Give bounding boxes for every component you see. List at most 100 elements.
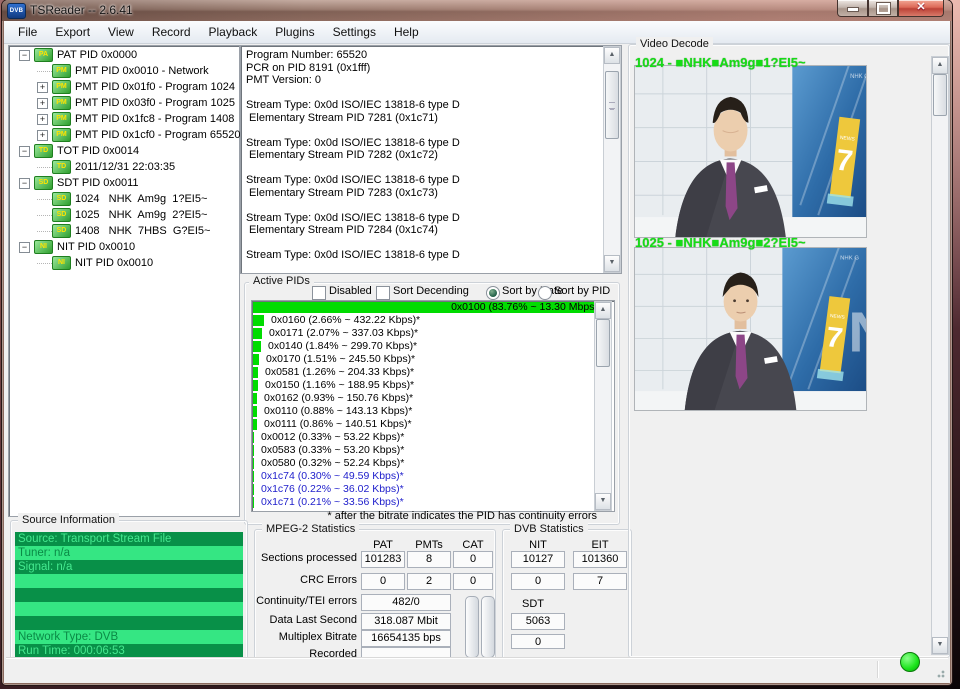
- pid-row[interactable]: 0x0150 (1.16% ~ 188.95 Kbps)*: [252, 379, 614, 392]
- video-panel-scrollbar[interactable]: ▲ ▼: [931, 56, 949, 655]
- title-bar[interactable]: DVB TSReader -- 2.6.41 ✕: [2, 0, 952, 21]
- menu-item-settings[interactable]: Settings: [324, 23, 385, 41]
- scrollbar-thumb[interactable]: [933, 74, 947, 116]
- scroll-down-icon[interactable]: ▼: [604, 255, 620, 272]
- details-line: Stream Type: 0x0d ISO/IEC 13818-6 type D: [246, 249, 603, 262]
- pid-row[interactable]: 0x0170 (1.51% ~ 245.50 Kbps)*: [252, 353, 614, 366]
- source-info-row: Network Type: DVB: [15, 630, 243, 644]
- source-information-group: Source Information Source: Transport Str…: [10, 520, 248, 660]
- scroll-up-icon[interactable]: ▲: [932, 57, 948, 74]
- source-info-row: Run Time: 000:06:53: [15, 644, 243, 658]
- col-header-pmts: PMTs: [407, 539, 451, 551]
- tree-item[interactable]: +PMPMT PID 0x01f0 - Program 1024: [13, 79, 243, 95]
- tree-item[interactable]: NINIT PID 0x0010: [13, 255, 243, 271]
- stat-value: 10127: [511, 551, 565, 568]
- pid-row[interactable]: 0x0110 (0.88% ~ 143.13 Kbps)*: [252, 405, 614, 418]
- tree-item[interactable]: SD1024 NHK Am9g 1?EI5~: [13, 191, 243, 207]
- scroll-down-icon[interactable]: ▼: [595, 493, 611, 510]
- mpeg2-statistics-title: MPEG-2 Statistics: [262, 522, 359, 536]
- pid-row[interactable]: 0x0580 (0.32% ~ 52.24 Kbps)*: [252, 457, 614, 470]
- menu-item-record[interactable]: Record: [143, 23, 200, 41]
- pid-label: 0x0100 (83.76% ~ 13.30 Mbps)*: [451, 301, 602, 314]
- tree-expander-icon[interactable]: −: [19, 178, 30, 189]
- pid-row[interactable]: 0x0171 (2.07% ~ 337.03 Kbps)*: [252, 327, 614, 340]
- details-line: [246, 237, 603, 250]
- tree-expander-icon[interactable]: +: [37, 130, 48, 141]
- tree-item[interactable]: SD1408 NHK 7HBS G?EI5~: [13, 223, 243, 239]
- close-icon: ✕: [899, 0, 943, 16]
- tree-item[interactable]: +PMPMT PID 0x1cf0 - Program 65520: [13, 127, 243, 143]
- pid-row[interactable]: 0x0162 (0.93% ~ 150.76 Kbps)*: [252, 392, 614, 405]
- tree-node-icon: SD: [34, 176, 53, 190]
- pid-row[interactable]: 0x1c71 (0.21% ~ 33.56 Kbps)*: [252, 496, 614, 509]
- pid-rate-bar: [253, 341, 261, 352]
- pid-row[interactable]: 0x0111 (0.86% ~ 140.51 Kbps)*: [252, 418, 614, 431]
- pid-list-scrollbar[interactable]: ▲ ▼: [594, 301, 612, 511]
- stat-value: 8: [407, 551, 451, 568]
- tree-node-icon: PM: [52, 112, 71, 126]
- scrollbar-thumb[interactable]: [605, 71, 619, 139]
- resize-grip[interactable]: [934, 667, 946, 679]
- tree-expander-icon[interactable]: −: [19, 146, 30, 157]
- tree-item[interactable]: SD1025 NHK Am9g 2?EI5~: [13, 207, 243, 223]
- sort-by-rate-radio[interactable]: [486, 286, 500, 300]
- col-header-sdt: SDT: [511, 598, 555, 610]
- menu-item-playback[interactable]: Playback: [200, 23, 267, 41]
- tree-expander-icon[interactable]: +: [37, 98, 48, 109]
- pid-row[interactable]: 0x1c74 (0.30% ~ 49.59 Kbps)*: [252, 470, 614, 483]
- row-label: Multiplex Bitrate: [255, 630, 357, 645]
- video-thumbnail-1024[interactable]: NHK GNEWS7: [634, 65, 867, 238]
- menu-item-help[interactable]: Help: [385, 23, 428, 41]
- details-scrollbar[interactable]: ▲ ▼: [603, 46, 621, 273]
- source-info-row: Signal: n/a: [15, 560, 243, 574]
- sort-descending-label: Sort Decending: [393, 285, 469, 297]
- tree-item[interactable]: +PMPMT PID 0x03f0 - Program 1025: [13, 95, 243, 111]
- video-thumbnail-1025[interactable]: NHK GNNEWS7: [634, 247, 867, 411]
- stat-value: 0: [453, 551, 493, 568]
- pid-rate-bar: [253, 484, 254, 495]
- tree-item[interactable]: −SDSDT PID 0x0011: [13, 175, 243, 191]
- tree-node-icon: PM: [52, 64, 71, 78]
- disabled-checkbox[interactable]: [312, 286, 326, 300]
- scroll-down-icon[interactable]: ▼: [932, 637, 948, 654]
- menu-item-view[interactable]: View: [99, 23, 143, 41]
- stream-tree: −PAPAT PID 0x0000PMPMT PID 0x0010 - Netw…: [13, 47, 243, 516]
- pid-row[interactable]: 0x0581 (1.26% ~ 204.33 Kbps)*: [252, 366, 614, 379]
- thumb-grip-icon: [609, 102, 615, 109]
- pid-row[interactable]: 0x0012 (0.33% ~ 53.22 Kbps)*: [252, 431, 614, 444]
- menu-item-file[interactable]: File: [9, 23, 46, 41]
- sort-by-pid-radio[interactable]: [538, 286, 552, 300]
- tree-node-icon: PA: [34, 48, 53, 62]
- tree-item[interactable]: −TDTOT PID 0x0014: [13, 143, 243, 159]
- scroll-up-icon[interactable]: ▲: [595, 302, 611, 319]
- app-window: DVB TSReader -- 2.6.41 ✕ FileExportViewR…: [2, 0, 952, 685]
- tree-item[interactable]: +PMPMT PID 0x1fc8 - Program 1408: [13, 111, 243, 127]
- menu-item-export[interactable]: Export: [46, 23, 99, 41]
- maximize-button[interactable]: [868, 0, 898, 17]
- pid-row[interactable]: 0x0160 (2.66% ~ 432.22 Kbps)*: [252, 314, 614, 327]
- tree-item[interactable]: TD2011/12/31 22:03:35: [13, 159, 243, 175]
- pid-row[interactable]: 0x0100 (83.76% ~ 13.30 Mbps)*: [252, 301, 614, 314]
- pid-rate-bar: [253, 419, 257, 430]
- tree-expander-icon[interactable]: +: [37, 82, 48, 93]
- tree-item[interactable]: −NINIT PID 0x0010: [13, 239, 243, 255]
- minimize-button[interactable]: [837, 0, 868, 17]
- tree-node-icon: TD: [52, 160, 71, 174]
- tree-item[interactable]: PMPMT PID 0x0010 - Network: [13, 63, 243, 79]
- tree-item-label: 1025 NHK Am9g 2?EI5~: [75, 207, 207, 223]
- tree-item-label: PAT PID 0x0000: [57, 47, 137, 63]
- tree-expander-icon[interactable]: −: [19, 242, 30, 253]
- sort-by-pid-label: Sort by PID: [554, 285, 610, 297]
- scrollbar-thumb[interactable]: [596, 319, 610, 367]
- pid-row[interactable]: 0x0140 (1.84% ~ 299.70 Kbps)*: [252, 340, 614, 353]
- tree-expander-icon[interactable]: −: [19, 50, 30, 61]
- pid-row[interactable]: 0x1c76 (0.22% ~ 36.02 Kbps)*: [252, 483, 614, 496]
- pmt-details-panel: Program Number: 65520PCR on PID 8191 (0x…: [240, 45, 622, 274]
- scroll-up-icon[interactable]: ▲: [604, 47, 620, 64]
- tree-expander-icon[interactable]: +: [37, 114, 48, 125]
- sort-descending-checkbox[interactable]: [376, 286, 390, 300]
- tree-item[interactable]: −PA PAT PID 0x0000: [13, 47, 243, 63]
- close-button[interactable]: ✕: [898, 0, 944, 17]
- pid-row[interactable]: 0x0583 (0.33% ~ 53.20 Kbps)*: [252, 444, 614, 457]
- menu-item-plugins[interactable]: Plugins: [266, 23, 323, 41]
